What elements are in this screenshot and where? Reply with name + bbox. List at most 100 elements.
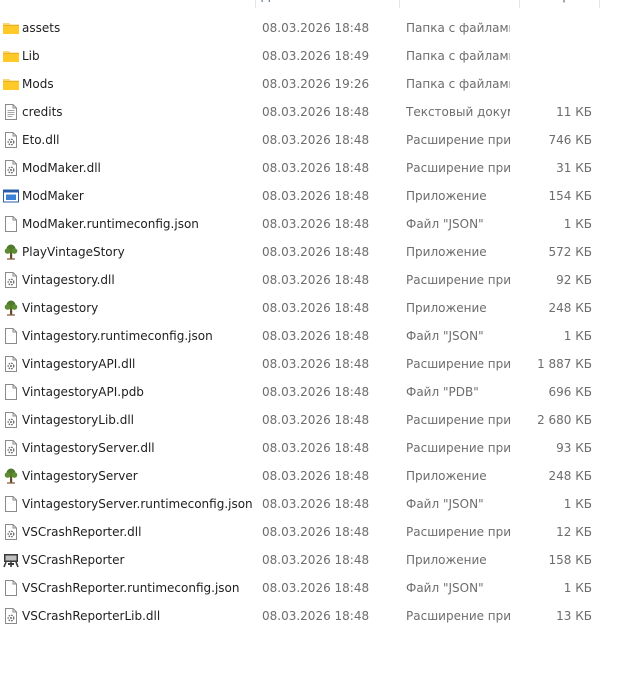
- file-row[interactable]: VintagestoryAPI.pdb 08.03.2026 18:48 Файл …: [0, 378, 632, 406]
- file-date: 08.03.2026 18:48: [262, 21, 370, 35]
- file-name: ModMaker.runtimeconfig.json: [22, 217, 199, 231]
- file-date: 08.03.2026 19:26: [262, 77, 370, 91]
- file-name: VintagestoryLib.dll: [22, 413, 135, 427]
- file-name: Eto.dll: [22, 133, 60, 147]
- file-row[interactable]: ModMaker 08.03.2026 18:48 Приложение 154 КБ: [0, 182, 632, 210]
- file-row[interactable]: ModMaker.dll 08.03.2026 18:48 Расширение п…: [0, 154, 632, 182]
- file-size: 11 КБ: [556, 105, 592, 119]
- file-name: VintagestoryServer: [22, 469, 138, 483]
- tree-app-icon: [2, 243, 20, 261]
- app-window-icon: [2, 187, 20, 205]
- file-size: 93 КБ: [556, 441, 592, 455]
- file-name: Vintagestory.dll: [22, 273, 115, 287]
- file-row[interactable]: credits 08.03.2026 18:48 Текстовый докум..…: [0, 98, 632, 126]
- file-row[interactable]: VintagestoryServer.runtimeconfig.json 08.…: [0, 490, 632, 518]
- file-row[interactable]: Mods 08.03.2026 19:26 Папка с файлами: [0, 70, 632, 98]
- column-divider[interactable]: [519, 0, 520, 8]
- file-row[interactable]: ModMaker.runtimeconfig.json 08.03.2026 18…: [0, 210, 632, 238]
- file-row[interactable]: VintagestoryServer.dll 08.03.2026 18:48 Ра…: [0, 434, 632, 462]
- file-name: VintagestoryAPI.pdb: [22, 385, 144, 399]
- file-type: Расширение при...: [406, 413, 510, 427]
- file-date: 08.03.2026 18:48: [262, 357, 370, 371]
- folder-icon: [2, 19, 20, 37]
- file-size: 1 КБ: [563, 581, 592, 595]
- file-name: ModMaker.dll: [22, 161, 101, 175]
- dll-file-icon: [2, 607, 20, 625]
- file-date: 08.03.2026 18:48: [262, 413, 370, 427]
- column-header-date[interactable]: Дата изменения: [261, 0, 397, 8]
- text-file-icon: [2, 103, 20, 121]
- column-header-type[interactable]: Тип: [405, 0, 515, 8]
- file-type: Файл "JSON": [406, 217, 484, 231]
- tree-app-icon: [2, 299, 20, 317]
- file-size: 1 КБ: [563, 217, 592, 231]
- file-row[interactable]: assets 08.03.2026 18:48 Папка с файлами: [0, 14, 632, 42]
- file-date: 08.03.2026 18:48: [262, 525, 370, 539]
- file-name: VSCrashReporter: [22, 553, 125, 567]
- file-size: 13 КБ: [556, 609, 592, 623]
- file-type: Расширение при...: [406, 441, 510, 455]
- column-header-bar: Имя Дата изменения Тип Размер: [0, 0, 632, 8]
- file-type: Приложение: [406, 301, 487, 315]
- file-size: 2 680 КБ: [537, 413, 592, 427]
- file-type: Расширение при...: [406, 161, 510, 175]
- file-name: credits: [22, 105, 63, 119]
- file-size: 154 КБ: [548, 189, 592, 203]
- blank-file-icon: [2, 383, 20, 401]
- file-row[interactable]: VintagestoryAPI.dll 08.03.2026 18:48 Расши…: [0, 350, 632, 378]
- file-name: Mods: [22, 77, 54, 91]
- crash-reporter-icon: [2, 551, 20, 569]
- file-row[interactable]: VSCrashReporter.runtimeconfig.json 08.03.…: [0, 574, 632, 602]
- file-type: Приложение: [406, 245, 487, 259]
- file-size: 1 КБ: [563, 329, 592, 343]
- file-row[interactable]: PlayVintageStory 08.03.2026 18:48 Приложен…: [0, 238, 632, 266]
- file-size: 1 КБ: [563, 497, 592, 511]
- file-type: Файл "JSON": [406, 581, 484, 595]
- file-size: 158 КБ: [548, 553, 592, 567]
- file-type: Расширение при...: [406, 133, 510, 147]
- file-size: 746 КБ: [548, 133, 592, 147]
- file-date: 08.03.2026 18:48: [262, 581, 370, 595]
- file-name: PlayVintageStory: [22, 245, 125, 259]
- file-row[interactable]: VSCrashReporter.dll 08.03.2026 18:48 Расши…: [0, 518, 632, 546]
- file-date: 08.03.2026 18:49: [262, 49, 370, 63]
- dll-file-icon: [2, 355, 20, 373]
- file-name: Lib: [22, 49, 40, 63]
- file-size: [520, 70, 592, 98]
- file-name: ModMaker: [22, 189, 84, 203]
- file-row[interactable]: VSCrashReporterLib.dll 08.03.2026 18:48 Ра…: [0, 602, 632, 630]
- file-date: 08.03.2026 18:48: [262, 469, 370, 483]
- file-row[interactable]: VintagestoryServer 08.03.2026 18:48 Прилож…: [0, 462, 632, 490]
- file-date: 08.03.2026 18:48: [262, 385, 370, 399]
- column-header-name[interactable]: Имя: [0, 0, 253, 8]
- blank-file-icon: [2, 495, 20, 513]
- file-row[interactable]: Vintagestory.dll 08.03.2026 18:48 Расширен…: [0, 266, 632, 294]
- column-divider[interactable]: [399, 0, 400, 8]
- dll-file-icon: [2, 271, 20, 289]
- column-divider[interactable]: [599, 0, 600, 8]
- file-row[interactable]: Eto.dll 08.03.2026 18:48 Расширение при...…: [0, 126, 632, 154]
- file-type: Приложение: [406, 189, 487, 203]
- dll-file-icon: [2, 131, 20, 149]
- file-date: 08.03.2026 18:48: [262, 189, 370, 203]
- file-row[interactable]: Lib 08.03.2026 18:49 Папка с файлами: [0, 42, 632, 70]
- file-name: VSCrashReporter.runtimeconfig.json: [22, 581, 240, 595]
- file-date: 08.03.2026 18:48: [262, 609, 370, 623]
- file-date: 08.03.2026 18:48: [262, 441, 370, 455]
- file-row[interactable]: VintagestoryLib.dll 08.03.2026 18:48 Расши…: [0, 406, 632, 434]
- file-row[interactable]: VSCrashReporter 08.03.2026 18:48 Приложени…: [0, 546, 632, 574]
- column-header-size[interactable]: Размер: [525, 0, 595, 8]
- file-row[interactable]: Vintagestory.runtimeconfig.json 08.03.202…: [0, 322, 632, 350]
- file-type: Приложение: [406, 469, 487, 483]
- file-row[interactable]: Vintagestory 08.03.2026 18:48 Приложение 24…: [0, 294, 632, 322]
- file-type: Расширение при...: [406, 357, 510, 371]
- file-size: 696 КБ: [548, 385, 592, 399]
- file-name: Vintagestory: [22, 301, 99, 315]
- file-date: 08.03.2026 18:48: [262, 245, 370, 259]
- dll-file-icon: [2, 439, 20, 457]
- dll-file-icon: [2, 411, 20, 429]
- file-date: 08.03.2026 18:48: [262, 329, 370, 343]
- column-divider[interactable]: [255, 0, 256, 8]
- file-type: Папка с файлами: [406, 77, 510, 91]
- file-name: VintagestoryAPI.dll: [22, 357, 136, 371]
